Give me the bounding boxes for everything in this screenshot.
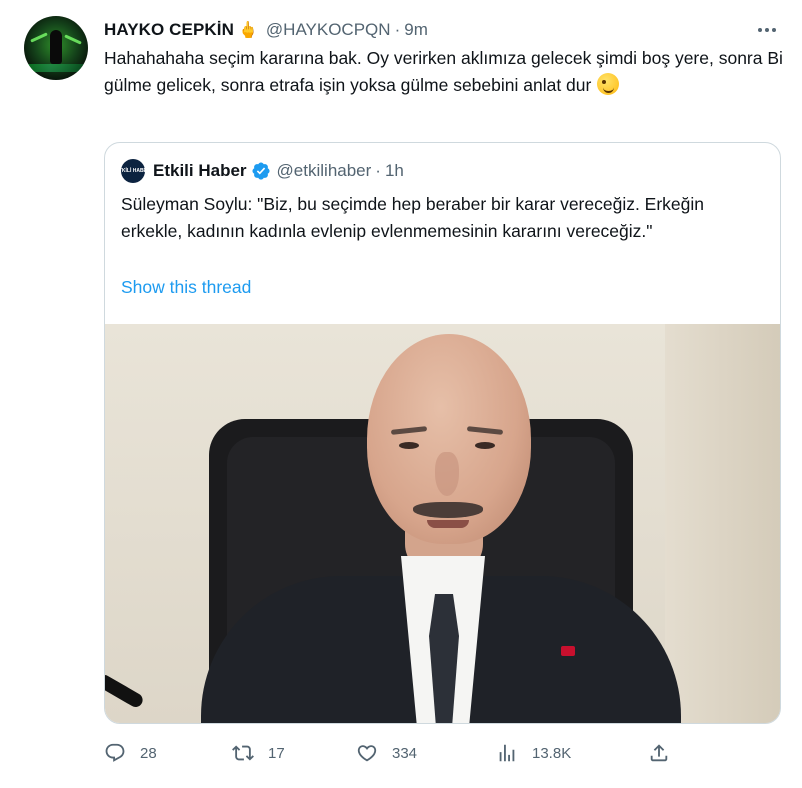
quoted-author-avatar[interactable]: ETKİLİ HABER: [116, 159, 151, 183]
photo-nose: [435, 452, 459, 496]
photo-eye: [475, 442, 495, 449]
retweet-icon: [232, 745, 254, 761]
views-button[interactable]: 13.8K: [496, 738, 571, 768]
quoted-avatar-logo-text: ETKİLİ HABER: [115, 168, 151, 174]
tweet-header: HAYKO CEPKİN 🖕 @HAYKOCPQN · 9m: [104, 18, 428, 42]
author-handle[interactable]: @HAYKOCPQN: [266, 20, 391, 40]
share-icon: [650, 744, 668, 762]
separator-dot: ·: [375, 161, 381, 180]
reply-button[interactable]: 28: [104, 738, 157, 768]
photo-mouth: [427, 520, 469, 528]
reply-icon: [105, 743, 125, 762]
photo-wall: [665, 324, 780, 723]
photo-eye: [399, 442, 419, 449]
views-count: 13.8K: [532, 744, 572, 762]
avatar-light-beam: [64, 34, 82, 45]
views-chart-icon: [499, 744, 515, 762]
avatar-light-beam: [30, 32, 48, 43]
quoted-author-handle[interactable]: @etkilihaber: [277, 161, 372, 181]
zany-face-icon: [597, 73, 620, 95]
tweet[interactable]: HAYKO CEPKİN 🖕 @HAYKOCPQN · 9m Hahahahah…: [0, 0, 802, 788]
flag-lapel-pin: [561, 646, 575, 656]
quoted-tweet-text: Süleyman Soylu: "Biz, bu seçimde hep ber…: [121, 194, 705, 241]
heart-icon: [357, 745, 377, 762]
quoted-tweet-timestamp[interactable]: 1h: [385, 161, 404, 181]
tweet-timestamp[interactable]: 9m: [404, 20, 428, 40]
quoted-tweet[interactable]: ETKİLİ HABER Etkili Haber @etkilihaber ·…: [104, 142, 781, 724]
tweet-actions-bar: 28 17 334 13.8K: [104, 738, 668, 768]
more-dot: [765, 28, 769, 32]
more-dot: [772, 28, 776, 32]
avatar-floor-glow: [24, 64, 88, 72]
reply-count: 28: [140, 744, 157, 762]
photo-mustache: [413, 502, 483, 518]
like-count: 334: [392, 744, 418, 762]
show-thread-link[interactable]: Show this thread: [121, 277, 251, 298]
author-display-name[interactable]: HAYKO CEPKİN: [104, 20, 234, 40]
verified-badge-icon: [252, 162, 270, 180]
name-emoji: 🖕: [238, 22, 258, 39]
quoted-tweet-header: ETKİLİ HABER Etkili Haber @etkilihaber ·…: [116, 158, 404, 184]
avatar-figure: [50, 30, 62, 64]
retweet-count: 17: [268, 744, 285, 762]
quoted-author-display-name[interactable]: Etkili Haber: [153, 161, 247, 181]
photo-microphone: [105, 672, 146, 710]
separator-dot: ·: [394, 20, 401, 39]
author-avatar[interactable]: [24, 16, 88, 80]
like-button[interactable]: 334: [356, 738, 417, 768]
quoted-tweet-photo[interactable]: [105, 324, 780, 723]
more-options-button[interactable]: [752, 18, 782, 42]
more-dot: [758, 28, 762, 32]
share-button[interactable]: [648, 738, 670, 768]
tweet-text: Hahahahaha seçim kararına bak. Oy verirk…: [104, 45, 784, 99]
retweet-button[interactable]: 17: [232, 738, 285, 768]
tweet-text-content: Hahahahaha seçim kararına bak. Oy verirk…: [104, 48, 783, 95]
